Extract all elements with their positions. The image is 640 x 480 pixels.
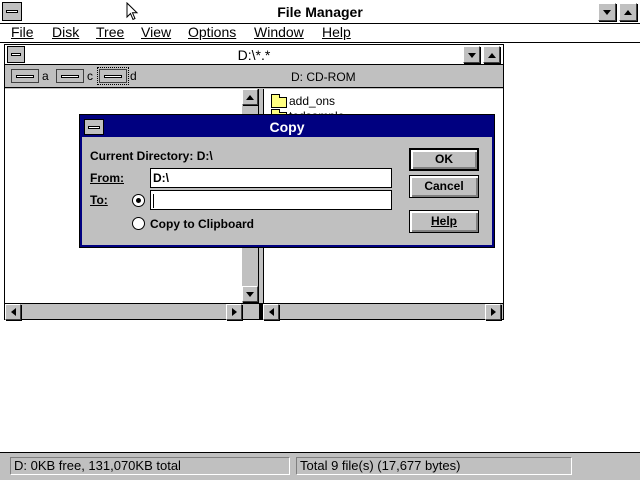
drive-d-letter: d — [130, 69, 137, 83]
contents-horizontal-scrollbar[interactable] — [263, 303, 503, 320]
app-title-bar: File Manager — [0, 0, 640, 24]
tree-scroll-left-button[interactable] — [5, 304, 21, 320]
menu-file-label: File — [11, 24, 34, 40]
status-file-count: Total 9 file(s) (17,677 bytes) — [296, 457, 572, 475]
scroll-right-icon — [491, 308, 496, 316]
contents-scroll-right-button[interactable] — [485, 304, 501, 320]
menu-help[interactable]: Help — [322, 24, 351, 43]
menu-window[interactable]: Window — [254, 24, 304, 43]
child-maximize-button[interactable] — [483, 46, 500, 63]
menu-help-label: Help — [322, 24, 351, 40]
scroll-up-icon — [246, 95, 254, 100]
child-maximize-icon — [488, 53, 496, 58]
menu-disk[interactable]: Disk — [52, 24, 79, 43]
clipboard-label[interactable]: Copy to Clipboard — [150, 217, 254, 231]
scroll-left-icon — [269, 308, 274, 316]
folder-item-add-ons[interactable]: add_ons — [289, 94, 335, 108]
help-button-label: Help — [430, 214, 457, 228]
scroll-down-icon — [246, 292, 254, 297]
menu-bar: File Disk Tree View Options Window Help — [0, 24, 640, 43]
status-disk-space: D: 0KB free, 131,070KB total — [10, 457, 290, 475]
menu-options[interactable]: Options — [188, 24, 236, 43]
directory-window-title: D:\*.* — [237, 47, 271, 63]
hard-drive-icon — [56, 69, 84, 83]
to-radio[interactable] — [132, 194, 145, 207]
current-directory-value: D:\ — [196, 149, 213, 163]
menu-tree[interactable]: Tree — [96, 24, 124, 43]
drive-bar: a c d D: CD-ROM — [5, 66, 503, 88]
drive-c-letter: c — [87, 69, 93, 83]
menu-view-label: View — [141, 24, 172, 40]
ok-button[interactable]: OK — [409, 148, 479, 171]
minimize-button[interactable] — [598, 3, 616, 21]
from-field[interactable]: D:\ — [150, 168, 392, 188]
maximize-button[interactable] — [619, 3, 637, 21]
tree-scroll-down-button[interactable] — [242, 286, 258, 302]
directory-window-title-bar: D:\*.* — [5, 45, 503, 65]
to-label-text: To: — [90, 193, 108, 207]
tree-horizontal-scrollbar[interactable] — [5, 303, 259, 320]
help-button[interactable]: Help — [409, 210, 479, 233]
maximize-icon — [624, 10, 632, 15]
cdrom-drive-icon — [97, 67, 129, 85]
current-directory-label: Current Directory: D:\ — [90, 149, 213, 163]
folder-icon — [271, 94, 287, 108]
copy-dialog: Copy Current Directory: D:\ From: D:\ To… — [79, 114, 495, 248]
mouse-cursor-icon — [126, 2, 139, 21]
menu-file[interactable]: File — [11, 24, 34, 43]
menu-window-label: Window — [254, 24, 304, 40]
floppy-drive-icon — [11, 69, 39, 83]
app-title: File Manager — [277, 4, 363, 20]
cancel-button[interactable]: Cancel — [409, 175, 479, 198]
clipboard-radio[interactable] — [132, 217, 145, 230]
text-caret — [153, 193, 154, 208]
from-label-text: From: — [90, 171, 124, 185]
to-label: To: — [90, 193, 108, 207]
menu-tree-label: Tree — [96, 24, 125, 40]
contents-scroll-left-button[interactable] — [263, 304, 279, 320]
tree-scroll-right-button[interactable] — [226, 304, 242, 320]
scroll-left-icon — [11, 308, 16, 316]
menu-view[interactable]: View — [141, 24, 171, 43]
drive-a-letter: a — [42, 69, 49, 83]
minimize-icon — [603, 10, 611, 15]
scroll-right-icon — [232, 308, 237, 316]
volume-label: D: CD-ROM — [291, 70, 356, 84]
child-minimize-icon — [468, 53, 476, 58]
clipboard-label-text: Copy to Clipboard — [150, 217, 254, 231]
status-bar: D: 0KB free, 131,070KB total Total 9 fil… — [0, 452, 640, 480]
current-directory-caption: Current Directory: — [90, 149, 194, 163]
to-field[interactable] — [150, 190, 392, 210]
menu-disk-label: Disk — [52, 24, 80, 40]
from-label: From: — [90, 171, 124, 185]
menu-options-label: Options — [188, 24, 237, 40]
child-minimize-button[interactable] — [463, 46, 480, 63]
copy-dialog-title-bar: Copy — [82, 117, 492, 137]
copy-dialog-title: Copy — [269, 119, 305, 135]
tree-scroll-up-button[interactable] — [242, 89, 258, 105]
